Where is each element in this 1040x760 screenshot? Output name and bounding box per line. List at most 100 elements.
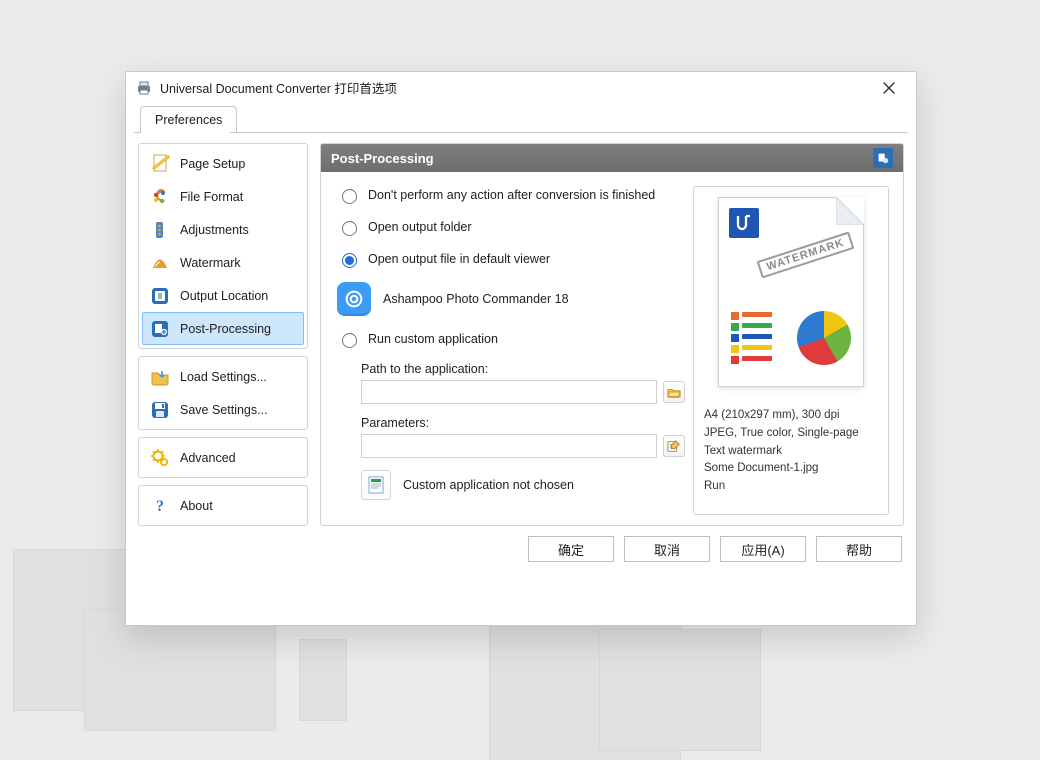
path-label: Path to the application: — [361, 362, 685, 376]
sidebar-item-adjustments[interactable]: Adjustments — [142, 213, 304, 246]
watermark-icon — [150, 253, 170, 273]
preview-page: WATERMARK — [718, 197, 864, 387]
help-button[interactable]: 帮助 — [816, 536, 902, 562]
radio-no-action[interactable]: Don't perform any action after conversio… — [337, 186, 685, 204]
sidebar-item-label: Post-Processing — [180, 322, 271, 336]
path-input[interactable] — [361, 380, 657, 404]
sidebar-item-load-settings[interactable]: Load Settings... — [142, 360, 304, 393]
radio-no-action-label: Don't perform any action after conversio… — [368, 188, 655, 202]
edit-params-button[interactable] — [663, 435, 685, 457]
sidebar-item-page-setup[interactable]: Page Setup — [142, 147, 304, 180]
radio-run-custom[interactable]: Run custom application — [337, 330, 685, 348]
file-format-icon — [150, 187, 170, 207]
params-input[interactable] — [361, 434, 657, 458]
advanced-icon — [150, 448, 170, 468]
radio-open-folder-input[interactable] — [342, 221, 357, 236]
button-bar: 确定 取消 应用(A) 帮助 — [126, 536, 916, 576]
svg-text:?: ? — [156, 498, 164, 515]
tab-underline — [134, 132, 908, 133]
preview-pie-icon — [797, 311, 851, 365]
sidebar-group-main: Page Setup File Format Adjustments Water… — [138, 143, 308, 349]
radio-open-folder[interactable]: Open output folder — [337, 218, 685, 236]
panel-title: Post-Processing — [331, 151, 434, 166]
panel-header: Post-Processing — [321, 144, 903, 172]
custom-app-status: Custom application not chosen — [403, 478, 574, 492]
radio-open-viewer-label: Open output file in default viewer — [368, 252, 550, 266]
about-icon: ? — [150, 496, 170, 516]
sidebar-item-label: Watermark — [180, 256, 241, 270]
preview-meta-line: JPEG, True color, Single-page — [704, 425, 859, 443]
tab-preferences[interactable]: Preferences — [140, 106, 237, 133]
preview-meta-line: Run — [704, 478, 859, 496]
printer-icon — [136, 80, 152, 96]
sidebar-item-save-settings[interactable]: Save Settings... — [142, 393, 304, 426]
background-decoration — [85, 610, 275, 730]
adjustments-icon — [150, 220, 170, 240]
preview-bars-icon — [731, 312, 777, 364]
folder-open-icon — [667, 385, 681, 399]
app-placeholder-icon — [361, 470, 391, 500]
custom-app-status-row: Custom application not chosen — [361, 470, 685, 500]
pencil-note-icon — [667, 439, 681, 453]
dialog-window: Universal Document Converter 打印首选项 Prefe… — [125, 71, 917, 626]
cancel-button[interactable]: 取消 — [624, 536, 710, 562]
sidebar-group-about: ? About — [138, 485, 308, 526]
close-button[interactable] — [872, 72, 906, 103]
preview-meta-line: A4 (210x297 mm), 300 dpi — [704, 407, 859, 425]
apply-button[interactable]: 应用(A) — [720, 536, 806, 562]
sidebar: Page Setup File Format Adjustments Water… — [138, 143, 308, 526]
background-decoration — [300, 640, 346, 720]
sidebar-item-file-format[interactable]: File Format — [142, 180, 304, 213]
radio-run-custom-input[interactable] — [342, 333, 357, 348]
apply-button-label: 应用(A) — [741, 540, 784, 559]
sidebar-item-about[interactable]: ? About — [142, 489, 304, 522]
save-settings-icon — [150, 400, 170, 420]
page-setup-icon — [150, 154, 170, 174]
preview-meta-line: Some Document-1.jpg — [704, 460, 859, 478]
preview-pane: WATERMARK — [693, 186, 889, 515]
output-location-icon — [150, 286, 170, 306]
params-label: Parameters: — [361, 416, 685, 430]
load-settings-icon — [150, 367, 170, 387]
preview-meta: A4 (210x297 mm), 300 dpi JPEG, True colo… — [704, 407, 859, 496]
sidebar-item-label: Output Location — [180, 289, 268, 303]
udc-logo — [729, 208, 759, 238]
sidebar-group-advanced: Advanced — [138, 437, 308, 478]
cancel-button-label: 取消 — [654, 540, 680, 559]
radio-run-custom-label: Run custom application — [368, 332, 498, 346]
post-processing-icon — [150, 319, 170, 339]
ok-button[interactable]: 确定 — [528, 536, 614, 562]
radio-no-action-input[interactable] — [342, 189, 357, 204]
preview-charts — [731, 302, 851, 374]
sidebar-item-post-processing[interactable]: Post-Processing — [142, 312, 304, 345]
tabstrip: Preferences — [140, 104, 916, 132]
sidebar-item-label: About — [180, 499, 213, 513]
panel-header-icon — [873, 148, 893, 168]
sidebar-item-label: Page Setup — [180, 157, 245, 171]
browse-path-button[interactable] — [663, 381, 685, 403]
radio-open-viewer-input[interactable] — [342, 253, 357, 268]
radio-open-viewer[interactable]: Open output file in default viewer — [337, 250, 685, 268]
sidebar-item-output-location[interactable]: Output Location — [142, 279, 304, 312]
preview-meta-line: Text watermark — [704, 443, 859, 461]
watermark-stamp: WATERMARK — [757, 231, 855, 278]
sidebar-item-label: Advanced — [180, 451, 236, 465]
sidebar-item-label: Load Settings... — [180, 370, 267, 384]
sidebar-item-label: Adjustments — [180, 223, 249, 237]
radio-open-folder-label: Open output folder — [368, 220, 472, 234]
sidebar-item-label: Save Settings... — [180, 403, 268, 417]
titlebar: Universal Document Converter 打印首选项 — [126, 72, 916, 104]
sidebar-group-settings: Load Settings... Save Settings... — [138, 356, 308, 430]
main-panel: Post-Processing Don't perform any action… — [320, 143, 904, 526]
window-title: Universal Document Converter 打印首选项 — [160, 78, 397, 97]
sidebar-item-watermark[interactable]: Watermark — [142, 246, 304, 279]
sidebar-item-label: File Format — [180, 190, 243, 204]
sidebar-item-advanced[interactable]: Advanced — [142, 441, 304, 474]
options-column: Don't perform any action after conversio… — [337, 186, 685, 515]
dog-ear-icon — [836, 197, 864, 225]
background-decoration — [600, 630, 760, 750]
default-viewer-name: Ashampoo Photo Commander 18 — [383, 292, 569, 306]
help-button-label: 帮助 — [846, 540, 872, 559]
ok-button-label: 确定 — [558, 540, 584, 559]
tab-preferences-label: Preferences — [155, 113, 222, 127]
